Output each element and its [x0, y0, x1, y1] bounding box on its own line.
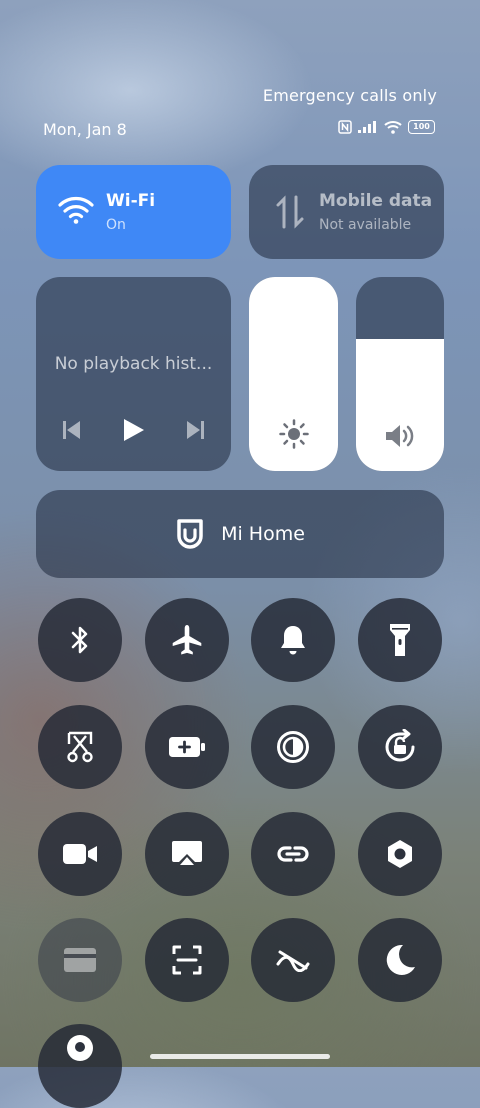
wifi-tile[interactable]: Wi-Fi On [36, 165, 231, 259]
mi-home-label: Mi Home [221, 523, 305, 545]
bluetooth-icon [71, 626, 88, 654]
date-label: Mon, Jan 8 [43, 120, 127, 139]
battery-saver-toggle[interactable] [145, 705, 229, 789]
nfc-icon [338, 120, 352, 134]
scanner-toggle[interactable] [145, 918, 229, 1002]
location-icon [67, 1035, 93, 1061]
link-icon [277, 846, 309, 862]
status-icons: 100 [338, 120, 435, 134]
mobile-data-icon [276, 195, 304, 229]
airplane-mode-toggle[interactable] [145, 598, 229, 682]
home-indicator[interactable] [150, 1054, 330, 1059]
flashlight-icon [390, 624, 410, 656]
card-icon [64, 948, 96, 972]
battery-icon: 100 [408, 120, 435, 134]
screen-recorder-toggle[interactable] [38, 812, 122, 896]
wifi-status-icon [384, 121, 402, 134]
mi-home-icon [177, 519, 203, 549]
card-toggle[interactable] [38, 918, 122, 1002]
volume-icon [386, 425, 414, 447]
dark-mode-toggle[interactable] [358, 918, 442, 1002]
reading-mode-icon [277, 731, 309, 763]
settings-toggle[interactable] [358, 812, 442, 896]
previous-track-icon[interactable] [63, 420, 81, 440]
ringer-toggle[interactable] [251, 598, 335, 682]
screenshot-toggle[interactable] [38, 705, 122, 789]
wifi-status: On [106, 217, 126, 233]
auto-rotate-toggle[interactable] [358, 705, 442, 789]
brightness-icon [278, 419, 309, 449]
mobile-data-tile[interactable]: Mobile data Not available [249, 165, 444, 259]
cast-toggle[interactable] [145, 812, 229, 896]
mobile-data-status: Not available [319, 217, 412, 233]
link-toggle[interactable] [251, 812, 335, 896]
bell-icon [281, 626, 305, 655]
media-title: No playback hist... [54, 354, 213, 374]
scan-icon [172, 945, 202, 975]
signal-icon [358, 121, 376, 133]
wifi-icon [58, 197, 94, 224]
moon-icon [386, 944, 415, 975]
rotation-lock-icon [385, 729, 415, 762]
bluetooth-toggle[interactable] [38, 598, 122, 682]
mobile-data-title: Mobile data [319, 191, 433, 211]
reading-mode-toggle[interactable] [251, 705, 335, 789]
airplane-icon [172, 625, 202, 655]
settings-nut-icon [388, 840, 412, 868]
data-saver-icon [276, 950, 310, 972]
volume-fill [356, 339, 444, 471]
carrier-status: Emergency calls only [262, 86, 437, 105]
play-icon[interactable] [123, 418, 145, 442]
cast-icon [172, 841, 202, 865]
battery-level: 100 [413, 122, 430, 131]
screenshot-scissors-icon [67, 731, 93, 763]
battery-saver-icon [169, 737, 205, 757]
next-track-icon[interactable] [186, 420, 204, 440]
location-toggle[interactable] [38, 1024, 122, 1108]
mi-home-button[interactable]: Mi Home [36, 490, 444, 578]
data-saver-toggle[interactable] [251, 918, 335, 1002]
flashlight-toggle[interactable] [358, 598, 442, 682]
wifi-title: Wi-Fi [106, 191, 156, 211]
volume-slider[interactable] [356, 277, 444, 471]
brightness-slider[interactable] [249, 277, 338, 471]
media-player-tile[interactable]: No playback hist... [36, 277, 231, 471]
video-camera-icon [63, 844, 97, 864]
